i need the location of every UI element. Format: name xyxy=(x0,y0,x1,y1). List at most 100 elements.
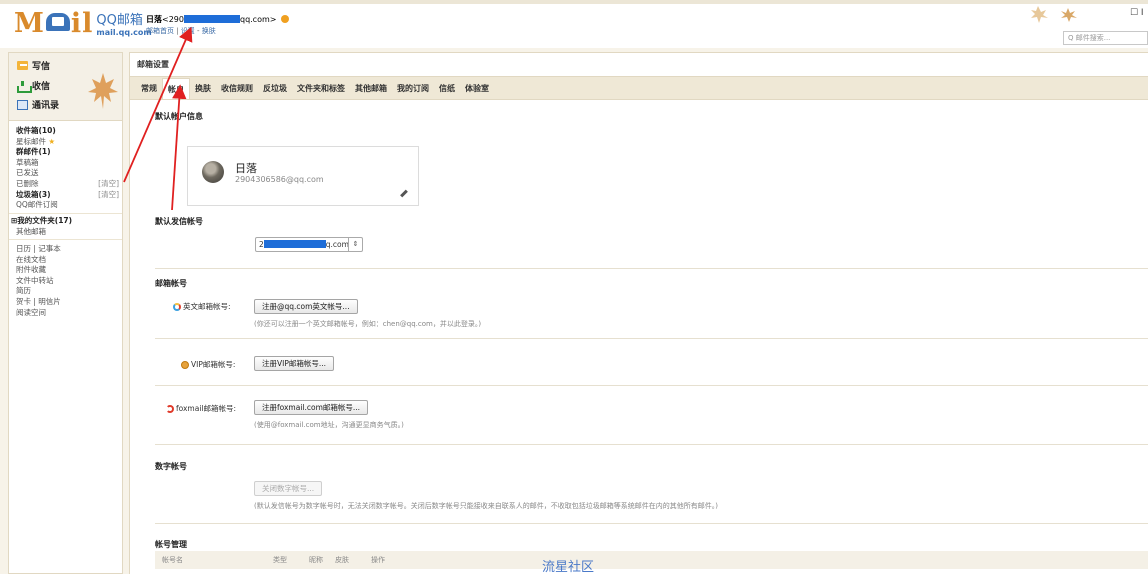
link-separator: - xyxy=(194,27,202,35)
user-email-suffix: qq.com> xyxy=(239,15,277,24)
tab-skin[interactable]: 换肤 xyxy=(190,78,216,99)
select-arrow-icon: ⇕ xyxy=(348,238,362,251)
tab-general[interactable]: 常规 xyxy=(136,78,162,99)
tab-accounts[interactable]: 帐户 xyxy=(162,78,190,99)
register-english-account-button[interactable]: 注册@qq.com英文帐号... xyxy=(254,299,358,314)
folder-label: 垃圾箱(3) xyxy=(16,189,51,199)
section-divider xyxy=(155,268,1148,269)
section-divider xyxy=(155,338,1148,339)
empty-spam-link[interactable]: [清空] xyxy=(98,190,119,201)
user-name: 日落 xyxy=(146,15,162,24)
sender-value-suffix: q.com xyxy=(325,240,349,249)
section-divider xyxy=(155,444,1148,445)
settings-panel: 邮箱设置 常规 帐户 换肤 收信规则 反垃圾 文件夹和标签 其他邮箱 我的订阅 … xyxy=(129,52,1148,574)
avatar[interactable] xyxy=(202,161,224,183)
change-skin-link[interactable]: 换肤 xyxy=(202,27,216,35)
settings-link[interactable]: 设置 xyxy=(181,27,195,35)
maple-leaf-decoration xyxy=(1031,6,1077,23)
tab-anti-spam[interactable]: 反垃圾 xyxy=(258,78,292,99)
english-account-label: 英文邮箱帐号: xyxy=(183,302,231,311)
section-divider xyxy=(155,385,1148,386)
column-nickname: 昵称 xyxy=(309,556,323,564)
empty-deleted-link[interactable]: [清空] xyxy=(98,179,119,190)
sidebar-item-group-mail[interactable]: 群邮件(1) xyxy=(16,147,119,158)
logo-url: mail.qq.com xyxy=(96,28,152,37)
sidebar-item-inbox[interactable]: 收件箱(10) xyxy=(16,126,119,137)
sidebar-item-spam[interactable]: 垃圾箱(3) [清空] xyxy=(16,190,119,201)
digital-account-hint: (默认发信帐号为数字帐号时，无法关闭数字帐号。关闭后数字帐号只能接收来自联系人的… xyxy=(254,502,718,510)
sidebar-item-resume[interactable]: 简历 xyxy=(16,286,119,297)
receive-mail-button[interactable]: 收信 xyxy=(17,79,50,93)
folder-list: 收件箱(10) 星标邮件 ★ 群邮件(1) 草稿箱 已发送 已删除 [清空] 垃圾… xyxy=(16,126,119,211)
folder-label: 已发送 xyxy=(16,168,39,178)
mail-home-link[interactable]: 邮箱首页 xyxy=(146,27,174,35)
user-email-prefix: <290 xyxy=(162,15,184,24)
sidebar-item-sent[interactable]: 已发送 xyxy=(16,168,119,179)
column-skin: 皮肤 xyxy=(335,556,349,564)
warning-icon[interactable] xyxy=(281,15,290,23)
write-icon xyxy=(17,61,28,70)
star-icon: ★ xyxy=(48,136,56,146)
sidebar-item-subscriptions[interactable]: QQ邮件订阅 xyxy=(16,200,119,211)
account-card: 日落 2904306586@qq.com xyxy=(187,146,419,206)
top-strip xyxy=(0,0,1148,4)
top-header: Mil QQ邮箱 mail.qq.com 日落<290 qq.com> 邮箱首页 … xyxy=(0,0,1148,48)
tab-rules[interactable]: 收信规则 xyxy=(216,78,258,99)
tab-folders-tags[interactable]: 文件夹和标签 xyxy=(292,78,350,99)
sidebar-item-reading-space[interactable]: 阅读空间 xyxy=(16,308,119,319)
register-vip-account-button[interactable]: 注册VIP邮箱帐号... xyxy=(254,356,335,371)
maple-leaf-decoration xyxy=(88,73,118,109)
sidebar-item-calendar-notes[interactable]: 日历 | 记事本 xyxy=(16,244,119,255)
user-name-line: 日落<290 qq.com> xyxy=(146,14,290,25)
folder-label: 草稿箱 xyxy=(16,157,39,167)
account-management-title: 帐号管理 xyxy=(155,540,187,549)
folder-label: 已删除 xyxy=(16,178,39,188)
sidebar-item-other-mail[interactable]: 其他邮箱 xyxy=(11,227,114,238)
qq-mail-logo[interactable]: Mil QQ邮箱 mail.qq.com xyxy=(14,10,152,40)
english-account-icon xyxy=(173,302,181,311)
close-digital-account-button[interactable]: 关闭数字帐号... xyxy=(254,481,323,496)
tab-labs[interactable]: 体验室 xyxy=(460,78,494,99)
sidebar-item-deleted[interactable]: 已删除 [清空] xyxy=(16,179,119,190)
redaction-mask xyxy=(263,240,326,248)
foxmail-account-hint: (使用@foxmail.com地址，沟通更显商务气质。) xyxy=(254,421,404,429)
receive-icon xyxy=(17,80,32,93)
sidebar-item-my-folders[interactable]: ⊞我的文件夹(17) xyxy=(11,216,114,227)
sidebar-item-cards[interactable]: 贺卡 | 明信片 xyxy=(16,297,119,308)
edit-pencil-icon[interactable] xyxy=(400,189,408,198)
sidebar-item-drafts[interactable]: 草稿箱 xyxy=(16,158,119,169)
settings-tabs: 常规 帐户 换肤 收信规则 反垃圾 文件夹和标签 其他邮箱 我的订阅 信纸 体验… xyxy=(130,76,1148,100)
contacts-button[interactable]: 通讯录 xyxy=(17,98,59,111)
foxmail-account-label: foxmail邮箱帐号: xyxy=(176,404,237,413)
sidebar-item-starred[interactable]: 星标邮件 ★ xyxy=(16,137,119,148)
contacts-icon xyxy=(17,99,28,110)
default-account-title: 默认帐户信息 xyxy=(155,112,203,121)
page-title: 邮箱设置 xyxy=(137,60,169,69)
folder-label: 星标邮件 xyxy=(16,136,46,146)
user-info: 日落<290 qq.com> 邮箱首页 | 设置 - 换肤 xyxy=(146,14,290,37)
register-foxmail-account-button[interactable]: 注册foxmail.com邮箱帐号... xyxy=(254,400,369,415)
sidebar-item-file-transfer[interactable]: 文件中转站 xyxy=(16,276,119,287)
left-sidebar: 写信 收信 通讯录 收件箱(10) 星标邮件 ★ 群邮件(1) 草稿箱 已发送 … xyxy=(8,52,123,574)
mail-search-input[interactable]: Q 邮件搜索... xyxy=(1063,31,1148,45)
folder-label: 群邮件(1) xyxy=(16,147,51,157)
tab-other-mail[interactable]: 其他邮箱 xyxy=(350,78,392,99)
default-sender-select[interactable]: 2 q.com ⇕ xyxy=(255,237,363,252)
envelope-icon xyxy=(45,13,70,31)
sidebar-item-attachments[interactable]: 附件收藏 xyxy=(16,265,119,276)
write-mail-button[interactable]: 写信 xyxy=(17,59,50,72)
account-name: 日落 xyxy=(235,162,257,175)
english-account-hint: (你还可以注册一个英文邮箱帐号，例如：chen@qq.com，并以此登录。) xyxy=(254,320,482,328)
tab-subscriptions[interactable]: 我的订阅 xyxy=(392,78,434,99)
column-actions: 操作 xyxy=(371,556,385,564)
vip-account-label: VIP邮箱帐号: xyxy=(191,360,236,369)
sidebar-item-online-docs[interactable]: 在线文档 xyxy=(16,255,119,266)
vip-account-label-row: VIP邮箱帐号: xyxy=(181,359,235,370)
logo-wordmark: Mil xyxy=(14,8,94,39)
folder-label: 收件箱(10) xyxy=(16,126,56,135)
window-icon[interactable]: ☐ I xyxy=(1130,8,1144,18)
foxmail-account-label-row: foxmail邮箱帐号: xyxy=(166,403,236,414)
top-links: 邮箱首页 | 设置 - 换肤 xyxy=(146,25,289,37)
write-label: 写信 xyxy=(32,62,51,72)
tab-stationery[interactable]: 信纸 xyxy=(434,78,460,99)
